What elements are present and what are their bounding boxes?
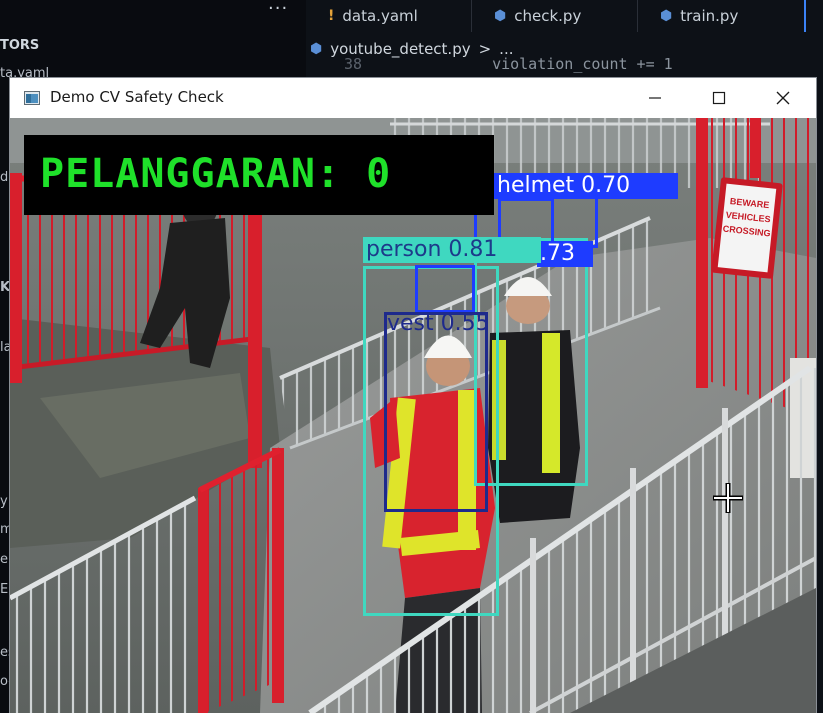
tab-train-py[interactable]: ⬢ train.py xyxy=(638,0,806,32)
safety-check-window: Demo CV Safety Check BEWARE VEHICLES CRO… xyxy=(10,78,816,713)
maximize-button[interactable] xyxy=(696,78,742,118)
detection-label-person: person 0.81 xyxy=(363,237,541,263)
exclamation-icon: ! xyxy=(328,8,335,24)
detection-label-helmet: helmet 0.70 xyxy=(494,173,678,199)
detection-label-vest: vest 0.55 xyxy=(387,311,490,336)
code-line: 38 violation_count += 1 xyxy=(344,55,673,73)
violation-label: PELANGGARAN: xyxy=(40,151,341,197)
video-frame: BEWARE VEHICLES CROSSING helmet 0.70 .73… xyxy=(10,118,816,713)
close-button[interactable] xyxy=(760,78,806,118)
window-titlebar[interactable]: Demo CV Safety Check xyxy=(10,78,816,118)
tab-data-yaml[interactable]: ! data.yaml xyxy=(306,0,472,32)
minimize-button[interactable] xyxy=(632,78,678,118)
ellipsis-icon[interactable]: ··· xyxy=(268,0,288,19)
python-icon: ⬢ xyxy=(494,8,507,24)
violation-counter-banner: PELANGGARAN: 0 xyxy=(24,135,494,215)
minimize-icon xyxy=(649,97,661,99)
tab-label: train.py xyxy=(680,7,739,25)
explorer-header: TORS xyxy=(0,38,40,53)
tab-label: check.py xyxy=(514,7,582,25)
detection-box-vest xyxy=(384,312,488,512)
detection-box-helmet-3 xyxy=(415,265,475,313)
violation-counter: PELANGGARAN: 0 xyxy=(40,151,391,197)
window-title: Demo CV Safety Check xyxy=(50,88,224,106)
tab-label: data.yaml xyxy=(342,7,418,25)
violation-count: 0 xyxy=(366,151,392,197)
close-icon xyxy=(776,91,790,105)
maximize-icon xyxy=(712,91,726,105)
explorer-item[interactable]: y xyxy=(0,494,8,509)
warning-sign: BEWARE VEHICLES CROSSING xyxy=(711,177,783,279)
python-icon: ⬢ xyxy=(660,8,673,24)
code-text: violation_count += 1 xyxy=(492,55,673,73)
tab-check-py[interactable]: ⬢ check.py xyxy=(472,0,638,32)
app-window-icon xyxy=(24,91,40,105)
crosshair-cursor-icon xyxy=(713,483,743,513)
line-number: 38 xyxy=(344,55,363,73)
python-icon: ⬢ xyxy=(310,41,323,57)
detection-label-person-2: .73 xyxy=(537,241,593,267)
editor-tab-bar: ! data.yaml ⬢ check.py ⬢ train.py xyxy=(306,0,823,34)
